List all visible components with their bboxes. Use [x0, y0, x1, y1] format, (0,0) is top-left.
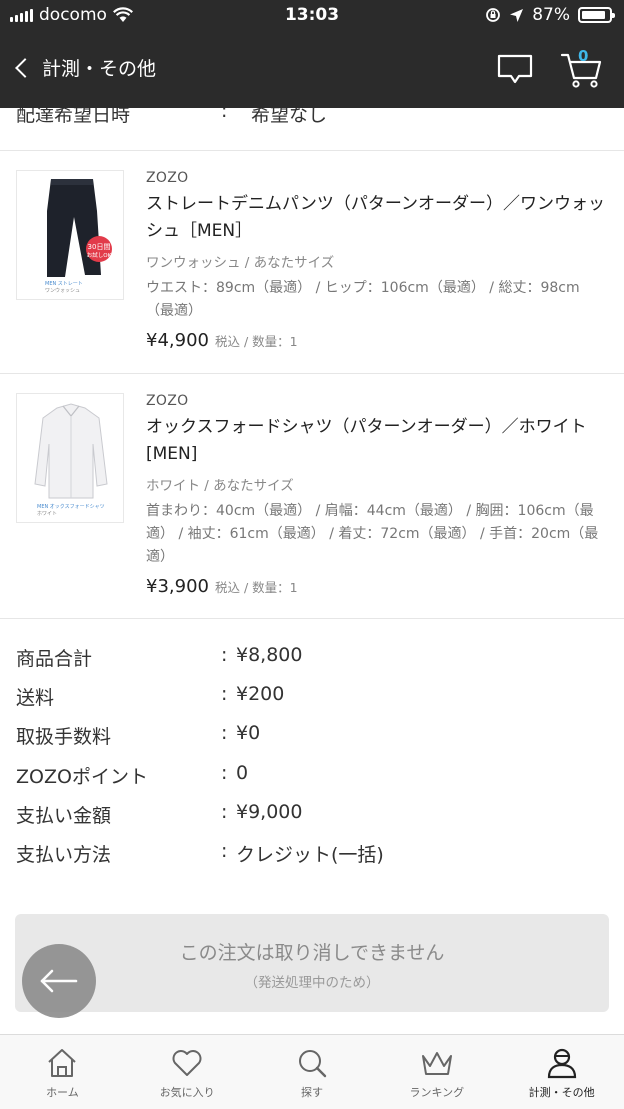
item-spec: 首まわり：40cm（最適） / 肩幅：44cm（最適） / 胸囲：106cm（最… [146, 503, 599, 565]
summary-label: ZOZOポイント [16, 765, 148, 788]
summary-label: 商品合計 [16, 648, 93, 670]
svg-text:ホワイト: ホワイト [37, 511, 57, 517]
delivery-label: 配達希望日時 [16, 108, 131, 126]
location-icon [510, 8, 524, 22]
item-brand: ZOZO [146, 393, 189, 409]
floating-back-button[interactable] [22, 944, 96, 1018]
battery-percent: 87% [532, 5, 570, 25]
summary-sep: : [221, 644, 228, 666]
summary-label: 取扱手数料 [16, 726, 112, 749]
svg-text:MEN ストレート: MEN ストレート [45, 281, 83, 287]
search-icon [298, 1050, 327, 1078]
item-variant: ホワイト / あなたサイズ [146, 478, 294, 494]
summary-value: ¥8,800 [236, 644, 303, 666]
svg-text:お試しOK: お試しOK [87, 251, 112, 259]
item-price: ¥3,900 [146, 576, 209, 597]
order-summary: 商品合計 : ¥8,800 送料 : ¥200 取扱手数料 : ¥0 ZOZOポ… [16, 644, 608, 879]
summary-row-shipping: 送料 : ¥200 [16, 683, 608, 722]
summary-row-subtotal: 商品合計 : ¥8,800 [16, 644, 608, 683]
tab-bar: ホーム お気に入り 探す ランキング 計測・その他 [0, 1034, 624, 1109]
summary-label: 支払い金額 [16, 804, 112, 827]
summary-value: ¥200 [236, 683, 285, 706]
summary-value: ¥9,000 [236, 800, 303, 823]
heart-icon [172, 1050, 202, 1076]
tab-favorites[interactable]: お気に入り [125, 1035, 250, 1109]
cancel-reason: （発送処理中のため） [244, 975, 380, 991]
delivery-row: 配達希望日時 : 希望なし [16, 108, 616, 127]
item-price: ¥4,900 [146, 330, 209, 351]
battery-fill [582, 11, 605, 19]
status-right: 87% [485, 5, 615, 25]
order-detail-content: 配達希望日時 : 希望なし 30日間 お試しOK MEN ストレート ワンウォッ… [0, 108, 624, 1034]
arrow-left-icon [40, 969, 78, 993]
tab-label: ランキング [409, 1086, 465, 1099]
cancel-order-button-disabled: この注文は取り消しできません （発送処理中のため） [15, 914, 609, 1012]
tab-label: お気に入り [159, 1086, 215, 1099]
summary-value: 0 [236, 761, 249, 784]
delivery-value: 希望なし [251, 108, 328, 126]
tab-home[interactable]: ホーム [0, 1035, 125, 1109]
product-image-shirt[interactable]: MEN オックスフォードシャツ ホワイト [16, 393, 124, 523]
summary-sep: : [221, 761, 228, 784]
summary-sep: : [221, 800, 228, 823]
divider [0, 618, 624, 619]
tab-label: 探す [300, 1086, 323, 1099]
summary-label: 支払い方法 [16, 843, 112, 866]
crown-icon [421, 1052, 452, 1075]
summary-value: クレジット(一括) [236, 843, 384, 866]
person-icon [547, 1048, 576, 1079]
tab-label: ホーム [46, 1086, 79, 1099]
summary-row-payment-method: 支払い方法 : クレジット(一括) [16, 840, 608, 879]
item-spec: ウエスト：89cm（最適） / ヒップ：106cm（最適） / 総丈：98cm（… [146, 280, 580, 319]
summary-row-handling-fee: 取扱手数料 : ¥0 [16, 722, 608, 761]
message-icon[interactable] [497, 54, 533, 84]
cart-count-badge: 0 [578, 47, 589, 65]
svg-text:MEN オックスフォードシャツ: MEN オックスフォードシャツ [37, 504, 105, 510]
item-brand: ZOZO [146, 170, 189, 186]
item-title[interactable]: ストレートデニムパンツ（パターンオーダー）／ワンウォッシュ［MEN］ [146, 191, 606, 245]
item-price-line: ¥3,900 税込 / 数量：1 [146, 576, 606, 597]
summary-sep: : [221, 683, 228, 706]
tab-measure-other[interactable]: 計測・その他 [499, 1035, 624, 1109]
tab-label: 計測・その他 [528, 1086, 595, 1099]
item-qty: 税込 / 数量：1 [214, 334, 298, 349]
summary-row-total: 支払い金額 : ¥9,000 [16, 801, 608, 840]
item-info: ZOZO ストレートデニムパンツ（パターンオーダー）／ワンウォッシュ［MEN］ … [146, 170, 606, 351]
battery-icon [578, 7, 615, 23]
tab-search[interactable]: 探す [250, 1035, 375, 1109]
summary-sep: : [221, 722, 228, 745]
nav-bar: 計測・その他 0 [0, 32, 624, 108]
tab-ranking[interactable]: ランキング [374, 1035, 499, 1109]
divider [0, 150, 624, 151]
home-icon [48, 1049, 77, 1077]
item-price-line: ¥4,900 税込 / 数量：1 [146, 330, 606, 351]
item-qty: 税込 / 数量：1 [214, 580, 298, 595]
shirt-image: MEN オックスフォードシャツ ホワイト [34, 403, 108, 517]
back-label: 計測・その他 [42, 58, 157, 80]
product-image-denim[interactable]: 30日間 お試しOK MEN ストレート ワンウォッシュ [16, 170, 124, 300]
item-variant: ワンウォッシュ / あなたサイズ [146, 255, 335, 271]
summary-value: ¥0 [236, 722, 261, 745]
cancel-message: この注文は取り消しできません [179, 942, 445, 964]
summary-label: 送料 [16, 687, 55, 710]
rotation-lock-icon [486, 8, 501, 22]
back-chevron-icon [15, 58, 35, 78]
delivery-sep: : [221, 108, 228, 122]
divider [0, 373, 624, 374]
svg-text:30日間: 30日間 [88, 243, 111, 251]
summary-sep: : [221, 839, 228, 862]
item-title[interactable]: オックスフォードシャツ（パターンオーダー）／ホワイト [MEN] [146, 414, 606, 468]
svg-text:ワンウォッシュ: ワンウォッシュ [45, 287, 80, 294]
status-bar: docomo 13:03 87% [0, 0, 624, 32]
summary-row-points: ZOZOポイント : 0 [16, 762, 608, 801]
jeans-image: 30日間 お試しOK MEN ストレート ワンウォッシュ [45, 179, 112, 294]
item-info: ZOZO オックスフォードシャツ（パターンオーダー）／ホワイト [MEN] ホワ… [146, 393, 606, 597]
back-button[interactable]: 計測・その他 [15, 54, 157, 81]
